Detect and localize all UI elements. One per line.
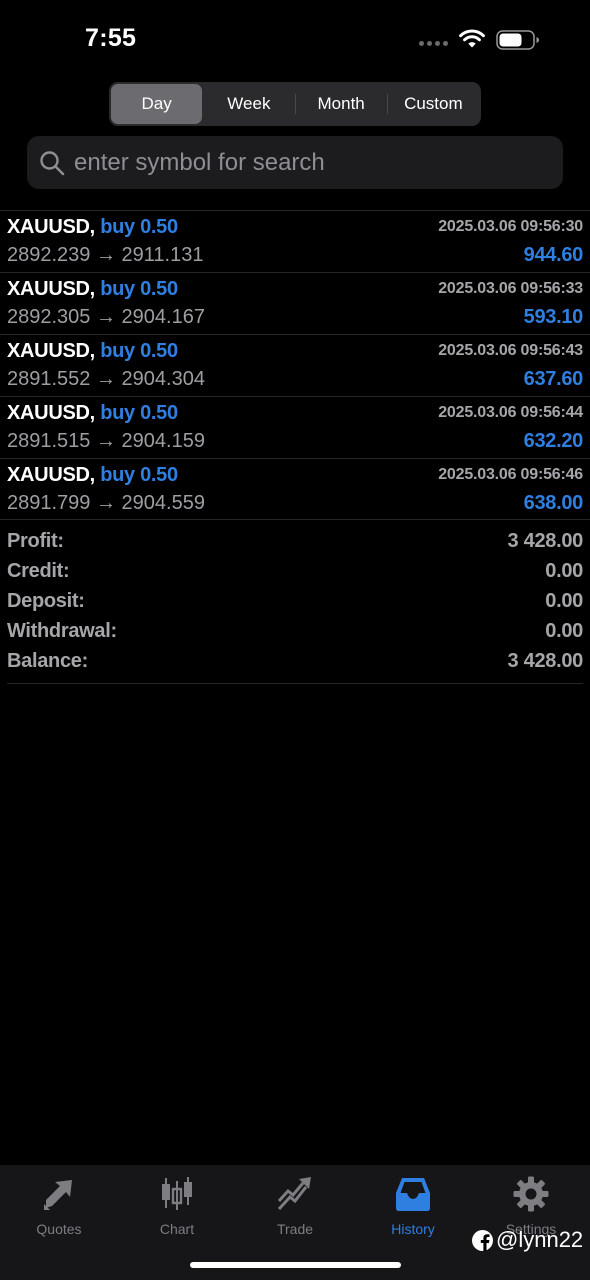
summary-value: 3 428.00 [507, 650, 584, 672]
deal-title: XAUUSD, buy 0.50 [7, 340, 178, 363]
deal-row[interactable]: XAUUSD, buy 0.50 2025.03.06 09:56:33 289… [0, 272, 590, 334]
deal-profit: 593.10 [523, 306, 584, 328]
deal-profit: 632.20 [523, 430, 584, 452]
inbox-tray-icon [396, 1178, 430, 1211]
tab-chart[interactable]: Chart [118, 1175, 236, 1239]
period-segmented-control: Day Week Month Custom [109, 82, 481, 126]
summary-label: Balance: [7, 650, 88, 672]
summary-value: 3 428.00 [507, 530, 584, 552]
cellular-signal-icon [419, 41, 448, 46]
deal-time: 2025.03.06 09:56:43 [438, 342, 583, 359]
trade-icon [277, 1177, 311, 1211]
deal-symbol: XAUUSD, [7, 340, 95, 362]
status-bar: 7:55 [0, 0, 590, 80]
watermark: @lynn22 [472, 1227, 583, 1253]
deal-profit: 638.00 [523, 492, 584, 514]
deal-prices: 2892.239 → 2911.131 [7, 244, 204, 266]
deals-list: XAUUSD, buy 0.50 2025.03.06 09:56:30 289… [0, 210, 590, 520]
summary-row-deposit: Deposit: 0.00 [0, 588, 590, 618]
deal-title: XAUUSD, buy 0.50 [7, 216, 178, 239]
deal-direction: buy 0.50 [100, 278, 178, 300]
deal-symbol: XAUUSD, [7, 278, 95, 300]
search-icon [40, 150, 65, 175]
deal-symbol: XAUUSD, [7, 464, 95, 486]
deal-prices: 2891.799 → 2904.559 [7, 492, 205, 514]
summary-value: 0.00 [545, 590, 583, 612]
segment-custom[interactable]: Custom [388, 84, 479, 124]
summary-label: Profit: [7, 530, 64, 552]
summary-divider [7, 683, 583, 684]
segment-month[interactable]: Month [296, 84, 387, 124]
deal-row[interactable]: XAUUSD, buy 0.50 2025.03.06 09:56:46 289… [0, 458, 590, 520]
watermark-text: @lynn22 [496, 1227, 584, 1252]
summary-row-credit: Credit: 0.00 [0, 558, 590, 588]
summary-row-profit: Profit: 3 428.00 [0, 528, 590, 558]
deal-symbol: XAUUSD, [7, 402, 95, 424]
deal-direction: buy 0.50 [100, 402, 178, 424]
deal-profit: 637.60 [523, 368, 584, 390]
deal-direction: buy 0.50 [100, 464, 178, 486]
gear-icon [513, 1176, 549, 1212]
deal-time: 2025.03.06 09:56:46 [438, 466, 583, 483]
deal-direction: buy 0.50 [100, 216, 178, 238]
tab-label: Chart [159, 1221, 195, 1237]
deal-prices: 2892.305 → 2904.167 [7, 306, 205, 328]
account-summary: Profit: 3 428.00 Credit: 0.00 Deposit: 0… [0, 528, 590, 678]
tab-quotes[interactable]: Quotes [0, 1175, 118, 1239]
tab-label: Trade [276, 1221, 314, 1237]
summary-label: Deposit: [7, 590, 85, 612]
deal-title: XAUUSD, buy 0.50 [7, 278, 178, 301]
deal-row[interactable]: XAUUSD, buy 0.50 2025.03.06 09:56:44 289… [0, 396, 590, 458]
search-input[interactable] [74, 148, 563, 177]
segment-day[interactable]: Day [111, 84, 203, 124]
tab-label: Quotes [36, 1221, 82, 1237]
summary-value: 0.00 [545, 560, 583, 582]
deal-time: 2025.03.06 09:56:33 [438, 280, 583, 297]
deal-prices: 2891.515 → 2904.159 [7, 430, 205, 452]
summary-row-balance: Balance: 3 428.00 [0, 648, 590, 678]
battery-icon [496, 30, 539, 50]
home-indicator[interactable] [190, 1262, 401, 1268]
summary-label: Withdrawal: [7, 620, 117, 642]
deal-title: XAUUSD, buy 0.50 [7, 402, 178, 425]
candlestick-chart-icon [162, 1177, 192, 1210]
facebook-icon [472, 1229, 493, 1251]
deal-title: XAUUSD, buy 0.50 [7, 464, 178, 487]
summary-label: Credit: [7, 560, 70, 582]
summary-value: 0.00 [545, 620, 583, 642]
summary-row-withdrawal: Withdrawal: 0.00 [0, 618, 590, 648]
deal-time: 2025.03.06 09:56:44 [438, 404, 583, 421]
deal-time: 2025.03.06 09:56:30 [438, 218, 583, 235]
deal-row[interactable]: XAUUSD, buy 0.50 2025.03.06 09:56:30 289… [0, 210, 590, 272]
deal-direction: buy 0.50 [100, 340, 178, 362]
search-bar[interactable] [27, 136, 563, 189]
wifi-icon [459, 29, 485, 48]
status-time: 7:55 [85, 24, 137, 52]
tab-history[interactable]: History [354, 1175, 472, 1239]
deal-row[interactable]: XAUUSD, buy 0.50 2025.03.06 09:56:43 289… [0, 334, 590, 396]
segment-week[interactable]: Week [203, 84, 294, 124]
deal-profit: 944.60 [523, 244, 584, 266]
tab-trade[interactable]: Trade [236, 1175, 354, 1239]
deal-prices: 2891.552 → 2904.304 [7, 368, 205, 390]
tab-label: History [391, 1221, 435, 1237]
quotes-icon [44, 1180, 72, 1210]
deal-symbol: XAUUSD, [7, 216, 95, 238]
